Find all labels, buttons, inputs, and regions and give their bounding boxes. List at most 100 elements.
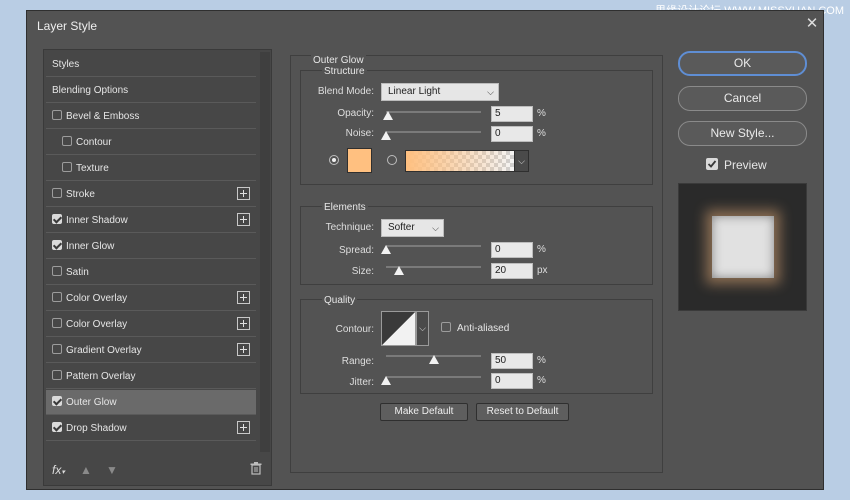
style-item[interactable]: Color Overlay [46, 286, 256, 311]
style-checkbox[interactable] [52, 188, 62, 198]
add-effect-icon[interactable] [237, 213, 250, 226]
add-effect-icon[interactable] [237, 187, 250, 200]
noise-slider-thumb[interactable] [381, 131, 391, 140]
style-checkbox[interactable] [52, 110, 62, 120]
style-item[interactable]: Satin [46, 260, 256, 285]
elements-title: Elements [322, 202, 368, 213]
contour-label: Contour: [335, 324, 374, 335]
arrow-up-icon[interactable]: ▲ [80, 463, 92, 477]
style-checkbox[interactable] [52, 266, 62, 276]
make-default-button[interactable]: Make Default [380, 403, 468, 421]
cancel-button[interactable]: Cancel [678, 86, 807, 111]
quality-title: Quality [322, 295, 358, 306]
add-effect-icon[interactable] [237, 343, 250, 356]
glow-gradient-picker[interactable] [405, 150, 515, 172]
preview-label: Preview [724, 158, 767, 172]
style-checkbox[interactable] [62, 162, 72, 172]
chevron-down-icon[interactable]: ⌵ [416, 311, 429, 346]
contour-preview[interactable] [381, 311, 416, 346]
style-checkbox[interactable] [52, 422, 62, 432]
style-checkbox[interactable] [52, 292, 62, 302]
jitter-slider-thumb[interactable] [381, 376, 391, 385]
trash-icon[interactable] [250, 462, 262, 478]
style-item-label: Pattern Overlay [66, 371, 136, 382]
preview-checkbox[interactable] [706, 158, 718, 170]
jitter-input[interactable]: 0 [491, 373, 533, 389]
elements-group: Elements Technique: Softer ⌵ Spread: 0 % … [300, 202, 653, 285]
anti-aliased-checkbox[interactable] [441, 322, 451, 332]
style-item[interactable]: Texture [46, 156, 256, 181]
style-item-label: Texture [76, 163, 109, 174]
add-effect-icon[interactable] [237, 421, 250, 434]
style-checkbox[interactable] [52, 318, 62, 328]
style-item[interactable]: Bevel & Emboss [46, 104, 256, 129]
styles-panel: Styles Blending Options Bevel & Emboss Cont… [43, 49, 272, 486]
style-item-label: Color Overlay [66, 319, 128, 330]
spread-input[interactable]: 0 [491, 242, 533, 258]
style-item[interactable]: Contour [46, 130, 256, 155]
style-checkbox[interactable] [52, 344, 62, 354]
style-item[interactable]: Pattern Overlay [46, 364, 256, 389]
glow-color-swatch[interactable] [347, 148, 372, 173]
style-item-label: Inner Glow [66, 241, 115, 252]
style-item-label: Bevel & Emboss [66, 111, 140, 122]
opacity-slider-thumb[interactable] [383, 111, 393, 120]
style-item[interactable]: Outer Glow [46, 390, 256, 415]
style-checkbox[interactable] [52, 370, 62, 380]
style-item-label: Contour [76, 137, 112, 148]
arrow-down-icon[interactable]: ▼ [106, 463, 118, 477]
style-item[interactable]: Stroke [46, 182, 256, 207]
ok-button[interactable]: OK [678, 51, 807, 76]
opacity-slider[interactable] [386, 111, 481, 113]
close-icon[interactable]: ✕ [803, 15, 821, 33]
style-item-label: Stroke [66, 189, 95, 200]
style-item[interactable]: Gradient Overlay [46, 338, 256, 363]
style-item[interactable]: Inner Glow [46, 234, 256, 259]
jitter-slider[interactable] [386, 376, 481, 378]
style-item-label: Blending Options [52, 85, 129, 96]
range-input[interactable]: 50 [491, 353, 533, 369]
blend-mode-label: Blend Mode: [317, 86, 374, 97]
style-item[interactable]: Color Overlay [46, 312, 256, 337]
style-item-label: Color Overlay [66, 293, 128, 304]
noise-label: Noise: [345, 128, 374, 139]
technique-label: Technique: [325, 222, 374, 233]
noise-slider[interactable] [386, 131, 481, 133]
new-style-button[interactable]: New Style... [678, 121, 807, 146]
style-item[interactable]: Drop Shadow [46, 416, 256, 441]
style-item[interactable]: Inner Shadow [46, 208, 256, 233]
range-label: Range: [341, 356, 374, 367]
chevron-down-icon[interactable]: ⌵ [514, 150, 529, 172]
size-label: Size: [351, 266, 374, 277]
spread-slider[interactable] [386, 245, 481, 247]
blend-mode-select[interactable]: Linear Light ⌵ [381, 83, 499, 101]
opacity-unit: % [537, 108, 546, 119]
opacity-label: Opacity: [337, 108, 374, 119]
add-effect-icon[interactable] [237, 291, 250, 304]
size-slider-thumb[interactable] [394, 266, 404, 275]
checkmark-icon [707, 160, 717, 168]
noise-input[interactable]: 0 [491, 126, 533, 142]
add-effect-icon[interactable] [237, 317, 250, 330]
size-input[interactable]: 20 [491, 263, 533, 279]
gradient-radio[interactable] [387, 155, 397, 165]
opacity-input[interactable]: 5 [491, 106, 533, 122]
style-checkbox[interactable] [52, 214, 62, 224]
title-bar: Layer Style ✕ [27, 11, 823, 39]
style-item[interactable]: Blending Options [46, 78, 256, 103]
style-checkbox[interactable] [52, 396, 62, 406]
style-item[interactable]: Styles [46, 52, 256, 77]
styles-scrollbar[interactable] [260, 52, 270, 452]
range-slider-thumb[interactable] [429, 355, 439, 364]
noise-unit: % [537, 128, 546, 139]
reset-to-default-button[interactable]: Reset to Default [476, 403, 569, 421]
layer-style-dialog: Layer Style ✕ Styles Blending Options Beve… [26, 10, 824, 490]
chevron-down-icon: ⌵ [487, 87, 494, 97]
style-checkbox[interactable] [52, 240, 62, 250]
spread-slider-thumb[interactable] [381, 245, 391, 254]
chevron-down-icon: ⌵ [432, 223, 439, 233]
style-checkbox[interactable] [62, 136, 72, 146]
fx-button[interactable]: fx▾ [52, 463, 65, 477]
solid-color-radio[interactable] [329, 155, 339, 165]
technique-select[interactable]: Softer ⌵ [381, 219, 444, 237]
